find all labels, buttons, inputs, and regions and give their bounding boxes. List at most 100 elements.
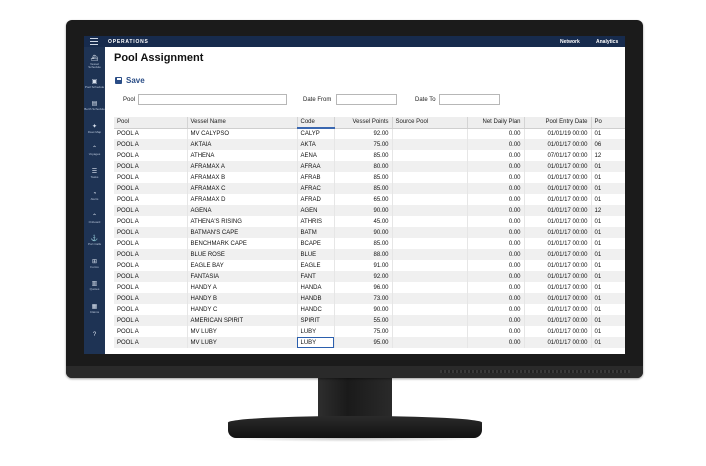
table-cell[interactable]: POOL A (114, 326, 188, 337)
table-cell[interactable]: 91.00 (334, 260, 393, 271)
table-cell[interactable]: LUBY (297, 326, 335, 337)
table-cell[interactable] (392, 194, 468, 205)
table-cell[interactable] (392, 260, 468, 271)
table-cell[interactable] (392, 249, 468, 260)
table-cell[interactable]: 80.00 (334, 161, 393, 172)
sidebar-item-fleet-map[interactable]: ✦ Fleet Map (84, 121, 105, 143)
table-cell[interactable] (392, 326, 468, 337)
table-row[interactable]: POOL A EAGLE BAY EAGLE 91.00 0.00 01/01/17 00… (114, 260, 625, 271)
table-cell[interactable]: FANT (297, 271, 335, 282)
nav-link-analytics[interactable]: Analytics (596, 39, 618, 45)
table-cell[interactable]: HANDB (297, 293, 335, 304)
table-cell[interactable]: POOL A (114, 161, 188, 172)
table-cell[interactable]: ATHENA (187, 150, 298, 161)
table-cell[interactable]: 96.00 (334, 282, 393, 293)
table-cell[interactable]: 88.00 (334, 249, 393, 260)
table-cell[interactable]: HANDY A (187, 282, 298, 293)
table-cell[interactable]: 0.00 (467, 304, 525, 315)
table-cell[interactable]: SPIRIT (297, 315, 335, 326)
table-row[interactable]: POOL A AFRAMAX C AFRAC 85.00 0.00 01/01/17 00… (114, 183, 625, 194)
sidebar-item-help[interactable]: ? (84, 329, 105, 351)
table-row[interactable]: POOL A ATHENA'S RISING ATHRIS 45.00 0.00 01/0… (114, 216, 625, 227)
table-cell[interactable] (392, 172, 468, 183)
column-header-net-daily-plan[interactable]: Net Daily Plan (467, 117, 525, 129)
table-cell[interactable]: 85.00 (334, 183, 393, 194)
sidebar-item-pool-schedule[interactable]: ▣ Pool Schedule (84, 76, 105, 98)
date-to-input[interactable] (439, 94, 500, 105)
table-row[interactable]: POOL A BENCHMARK CAPE BCAPE 85.00 0.00 01/01/… (114, 238, 625, 249)
table-row[interactable]: POOL A AFRAMAX D AFRAD 65.00 0.00 01/01/17 00… (114, 194, 625, 205)
table-cell[interactable]: POOL A (114, 238, 188, 249)
table-cell[interactable] (392, 315, 468, 326)
table-cell[interactable]: AGENA (187, 205, 298, 216)
table-row[interactable]: POOL A AKTAIA AKTA 75.00 0.00 01/01/17 00:00 0… (114, 139, 625, 150)
table-cell[interactable]: POOL A (114, 260, 188, 271)
table-cell[interactable]: 0.00 (467, 249, 525, 260)
table-row[interactable]: POOL A AFRAMAX B AFRAB 85.00 0.00 01/01/17 00… (114, 172, 625, 183)
table-cell[interactable]: 01/01/17 00:00 (524, 271, 592, 282)
table-cell[interactable]: 75.00 (334, 139, 393, 150)
table-cell[interactable]: HANDY B (187, 293, 298, 304)
table-cell[interactable]: CALYP (297, 128, 335, 139)
column-header-vessel-points[interactable]: Vessel Points (334, 117, 393, 129)
table-cell[interactable]: 01/01/17 00:00 (524, 260, 592, 271)
sidebar-item-voyages[interactable]: ⌃ Voyages (84, 143, 105, 165)
table-row[interactable]: POOL A HANDY C HANDC 90.00 0.00 01/01/17 00:0… (114, 304, 625, 315)
table-cell[interactable]: HANDA (297, 282, 335, 293)
table-cell[interactable]: 0.00 (467, 194, 525, 205)
table-cell[interactable] (392, 139, 468, 150)
table-cell[interactable]: 0.00 (467, 128, 525, 139)
table-cell[interactable]: 06 (591, 139, 625, 150)
table-row[interactable]: POOL A HANDY A HANDA 96.00 0.00 01/01/17 00:0… (114, 282, 625, 293)
table-cell[interactable]: BCAPE (297, 238, 335, 249)
table-cell[interactable]: 01 (591, 326, 625, 337)
table-cell[interactable]: 01 (591, 227, 625, 238)
table-cell[interactable]: 92.00 (334, 271, 393, 282)
table-cell[interactable]: 01/01/17 00:00 (524, 205, 592, 216)
table-row[interactable]: POOL A AGENA AGEN 90.00 0.00 01/01/17 00:00 12 (114, 205, 625, 216)
table-row[interactable]: POOL A MV LUBY LUBY 75.00 0.00 01/01/17 00:00… (114, 326, 625, 337)
table-row[interactable]: POOL A FANTASIA FANT 92.00 0.00 01/01/17 00:0… (114, 271, 625, 282)
table-cell[interactable]: 0.00 (467, 315, 525, 326)
table-cell[interactable]: POOL A (114, 227, 188, 238)
table-cell[interactable]: ATHRIS (297, 216, 335, 227)
table-cell[interactable]: 01 (591, 282, 625, 293)
table-cell[interactable]: 01 (591, 304, 625, 315)
table-cell[interactable]: POOL A (114, 304, 188, 315)
table-cell[interactable]: 0.00 (467, 326, 525, 337)
table-row[interactable]: POOL A AMERICAN SPIRIT SPIRIT 55.00 0.00 01/0… (114, 315, 625, 326)
table-row[interactable]: POOL A AFRAMAX A AFRAA 80.00 0.00 01/01/17 00… (114, 161, 625, 172)
table-cell[interactable]: 01/01/17 00:00 (524, 238, 592, 249)
table-cell[interactable]: HANDC (297, 304, 335, 315)
table-cell[interactable]: FANTASIA (187, 271, 298, 282)
table-cell[interactable]: 0.00 (467, 293, 525, 304)
table-cell[interactable] (392, 293, 468, 304)
table-cell[interactable]: 01 (591, 161, 625, 172)
table-cell[interactable]: LUBY (297, 337, 335, 348)
table-cell[interactable] (392, 128, 468, 139)
table-cell[interactable]: MV LUBY (187, 337, 298, 348)
column-header-code[interactable]: Code (297, 117, 335, 129)
table-cell[interactable]: AFRAA (297, 161, 335, 172)
save-button[interactable]: Save (115, 75, 145, 85)
table-cell[interactable]: BATM (297, 227, 335, 238)
table-cell[interactable]: AGEN (297, 205, 335, 216)
table-cell[interactable]: POOL A (114, 271, 188, 282)
table-cell[interactable]: 01/01/17 00:00 (524, 337, 592, 348)
table-cell[interactable]: POOL A (114, 216, 188, 227)
sidebar-item-onboard[interactable]: ⌃ Onboard (84, 211, 105, 233)
table-cell[interactable]: 01/01/17 00:00 (524, 282, 592, 293)
table-cell[interactable]: MV LUBY (187, 326, 298, 337)
table-cell[interactable]: POOL A (114, 315, 188, 326)
table-cell[interactable]: POOL A (114, 172, 188, 183)
table-cell[interactable]: POOL A (114, 194, 188, 205)
table-cell[interactable]: 0.00 (467, 205, 525, 216)
sidebar-item-berth-schedule[interactable]: ▤ Berth Schedule (84, 98, 105, 120)
table-cell[interactable] (392, 150, 468, 161)
table-cell[interactable]: 0.00 (467, 183, 525, 194)
table-cell[interactable] (392, 216, 468, 227)
table-cell[interactable]: 01 (591, 337, 625, 348)
table-cell[interactable]: POOL A (114, 337, 188, 348)
table-cell[interactable]: 01/01/17 00:00 (524, 315, 592, 326)
table-cell[interactable]: AKTAIA (187, 139, 298, 150)
